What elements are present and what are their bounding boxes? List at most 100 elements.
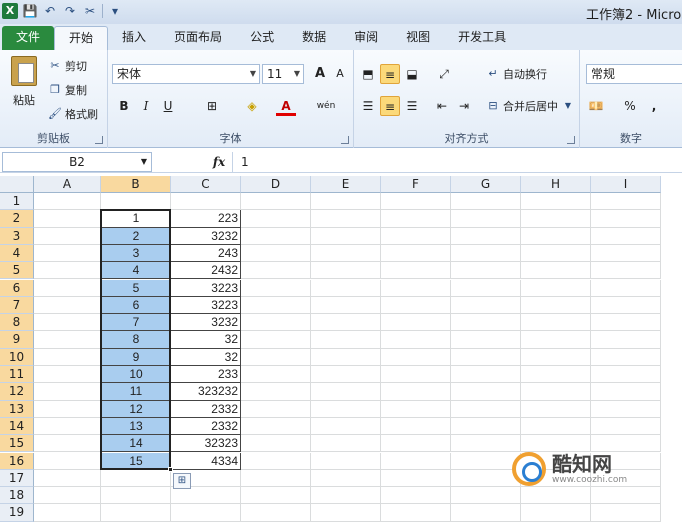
cell-i9[interactable] xyxy=(591,331,661,349)
fill-color-icon[interactable]: ◈ xyxy=(242,96,262,116)
percent-button[interactable]: % xyxy=(620,96,640,116)
align-top-icon[interactable]: ⬒ xyxy=(358,64,378,84)
cell-d15[interactable] xyxy=(241,435,311,453)
cell-a18[interactable] xyxy=(34,487,101,505)
cell-f11[interactable] xyxy=(381,366,451,384)
alignment-launcher-icon[interactable] xyxy=(567,136,575,144)
cell-i5[interactable] xyxy=(591,262,661,280)
cell-b1[interactable] xyxy=(101,193,171,211)
cell-b16[interactable]: 15 xyxy=(101,452,171,470)
cell-c7[interactable]: 3223 xyxy=(171,296,241,315)
cell-f7[interactable] xyxy=(381,296,451,315)
cell-g6[interactable] xyxy=(451,279,521,297)
excel-logo-icon[interactable]: X xyxy=(2,3,18,19)
cell-c14[interactable]: 2332 xyxy=(171,417,241,436)
row-header-9[interactable]: 9 xyxy=(0,331,34,349)
row-header-16[interactable]: 16 xyxy=(0,452,34,470)
cell-d2[interactable] xyxy=(241,210,311,228)
row-header-13[interactable]: 13 xyxy=(0,400,34,418)
cell-i3[interactable] xyxy=(591,227,661,245)
cell-d17[interactable] xyxy=(241,469,311,488)
cell-b14[interactable]: 13 xyxy=(101,417,171,436)
cell-g9[interactable] xyxy=(451,331,521,349)
cell-f17[interactable] xyxy=(381,469,451,488)
row-header-8[interactable]: 8 xyxy=(0,314,34,332)
cell-a14[interactable] xyxy=(34,417,101,436)
wrap-text-button[interactable]: ↵ 自动换行 xyxy=(486,66,547,82)
cell-e1[interactable] xyxy=(311,193,381,211)
bold-button[interactable]: B xyxy=(114,96,134,116)
italic-button[interactable]: I xyxy=(136,96,156,116)
column-header-e[interactable]: E xyxy=(311,176,381,193)
cell-e16[interactable] xyxy=(311,452,381,470)
cell-d1[interactable] xyxy=(241,193,311,211)
cell-g19[interactable] xyxy=(451,504,521,522)
cell-c4[interactable]: 243 xyxy=(171,244,241,263)
fill-handle[interactable] xyxy=(168,466,173,472)
cell-e4[interactable] xyxy=(311,244,381,263)
cell-d9[interactable] xyxy=(241,331,311,349)
cell-e14[interactable] xyxy=(311,417,381,436)
insert-function-button[interactable]: fx xyxy=(208,152,230,172)
row-header-1[interactable]: 1 xyxy=(0,193,34,211)
cell-g8[interactable] xyxy=(451,314,521,332)
auto-fill-options-icon[interactable]: ⊞ xyxy=(173,472,191,489)
cell-d13[interactable] xyxy=(241,400,311,418)
underline-button[interactable]: U xyxy=(158,96,178,116)
cell-h11[interactable] xyxy=(521,366,591,384)
tab-view[interactable]: 视图 xyxy=(392,26,444,50)
column-header-h[interactable]: H xyxy=(521,176,591,193)
comma-button[interactable]: , xyxy=(644,96,664,116)
cell-e3[interactable] xyxy=(311,227,381,245)
row-header-6[interactable]: 6 xyxy=(0,279,34,297)
cell-f12[interactable] xyxy=(381,383,451,401)
cell-a19[interactable] xyxy=(34,504,101,522)
cell-f8[interactable] xyxy=(381,314,451,332)
row-header-17[interactable]: 17 xyxy=(0,469,34,488)
column-header-d[interactable]: D xyxy=(241,176,311,193)
cell-i2[interactable] xyxy=(591,210,661,228)
row-header-10[interactable]: 10 xyxy=(0,348,34,366)
cell-f14[interactable] xyxy=(381,417,451,436)
cell-c5[interactable]: 2432 xyxy=(171,262,241,280)
cell-b12[interactable]: 11 xyxy=(101,383,171,401)
font-name-combo[interactable]: 宋体 ▼ xyxy=(112,64,260,84)
cell-e19[interactable] xyxy=(311,504,381,522)
cell-b19[interactable] xyxy=(101,504,171,522)
cell-g7[interactable] xyxy=(451,296,521,315)
tab-home[interactable]: 开始 xyxy=(54,26,109,50)
cell-d14[interactable] xyxy=(241,417,311,436)
cell-f2[interactable] xyxy=(381,210,451,228)
row-header-4[interactable]: 4 xyxy=(0,244,34,263)
tab-developer[interactable]: 开发工具 xyxy=(444,26,520,50)
cell-i13[interactable] xyxy=(591,400,661,418)
row-header-2[interactable]: 2 xyxy=(0,210,34,228)
redo-icon[interactable]: ↷ xyxy=(62,3,78,19)
cell-i19[interactable] xyxy=(591,504,661,522)
cell-g2[interactable] xyxy=(451,210,521,228)
cell-h10[interactable] xyxy=(521,348,591,366)
cell-d4[interactable] xyxy=(241,244,311,263)
format-painter-button[interactable]: 🖌 格式刷 xyxy=(48,106,98,122)
cell-a6[interactable] xyxy=(34,279,101,297)
cell-d3[interactable] xyxy=(241,227,311,245)
column-header-b[interactable]: B xyxy=(101,176,171,193)
cell-f18[interactable] xyxy=(381,487,451,505)
name-box[interactable]: B2 ▼ xyxy=(2,152,152,172)
cell-h15[interactable] xyxy=(521,435,591,453)
paste-button[interactable]: 粘贴 xyxy=(6,56,42,108)
cell-g15[interactable] xyxy=(451,435,521,453)
cell-b15[interactable]: 14 xyxy=(101,435,171,453)
cell-a9[interactable] xyxy=(34,331,101,349)
row-header-5[interactable]: 5 xyxy=(0,262,34,280)
cell-h7[interactable] xyxy=(521,296,591,315)
cell-d7[interactable] xyxy=(241,296,311,315)
cell-i4[interactable] xyxy=(591,244,661,263)
font-launcher-icon[interactable] xyxy=(341,136,349,144)
column-header-g[interactable]: G xyxy=(451,176,521,193)
tab-insert[interactable]: 插入 xyxy=(108,26,160,50)
formula-input[interactable]: 1 xyxy=(232,152,682,172)
cell-h9[interactable] xyxy=(521,331,591,349)
cell-f6[interactable] xyxy=(381,279,451,297)
cell-f10[interactable] xyxy=(381,348,451,366)
